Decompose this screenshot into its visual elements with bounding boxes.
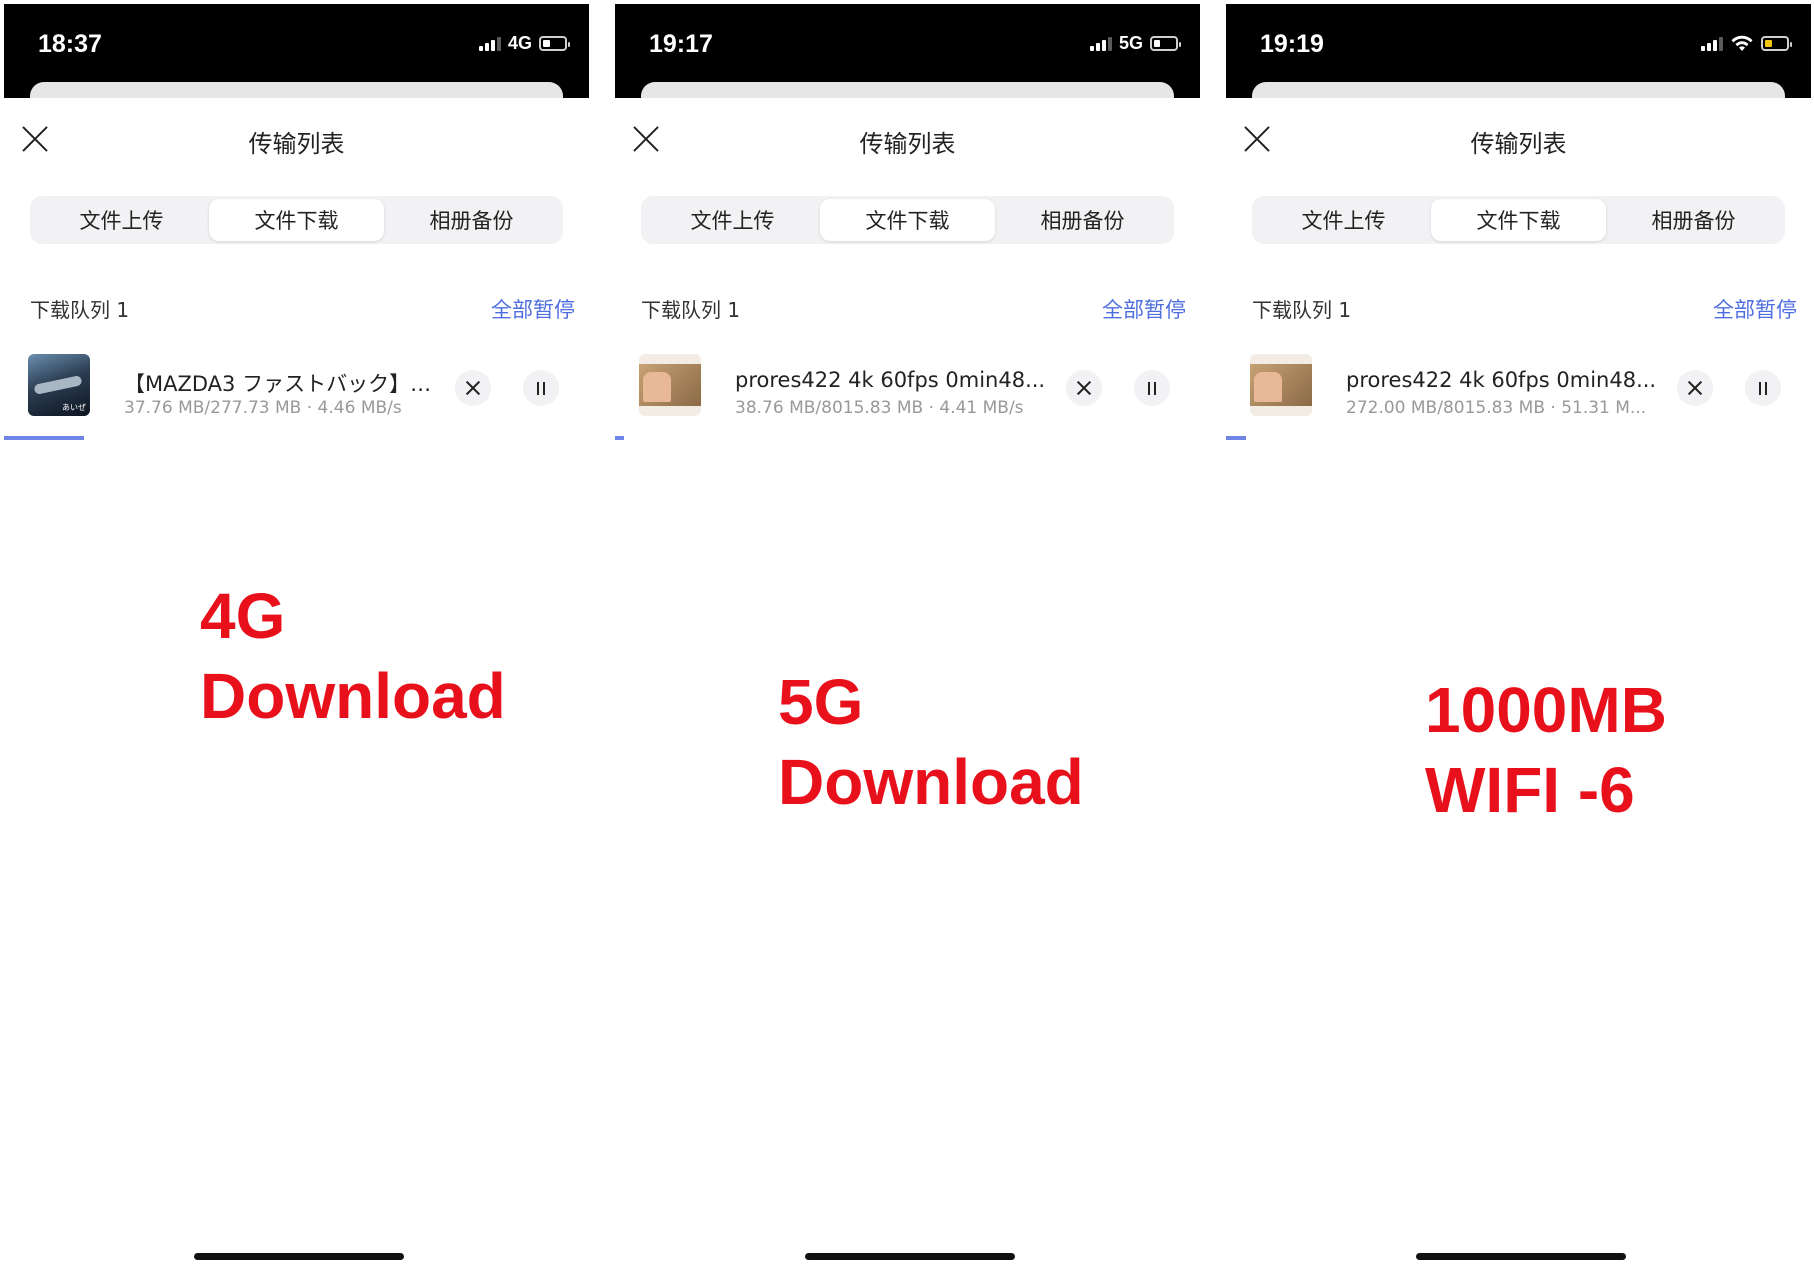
pause-icon: [537, 381, 545, 395]
annotation-line-2: Download: [200, 660, 506, 732]
cellular-signal-icon: [478, 35, 501, 51]
battery-icon: [539, 35, 570, 51]
tab-file-upload[interactable]: 文件上传: [34, 199, 209, 241]
tab-file-download[interactable]: 文件下载: [209, 199, 384, 241]
download-progress-bar: [1226, 436, 1811, 440]
pause-download-button[interactable]: [1745, 370, 1781, 406]
battery-icon: [1150, 35, 1181, 51]
tab-album-backup[interactable]: 相册备份: [995, 199, 1170, 241]
progress-fill: [4, 436, 84, 440]
network-type: 4G: [507, 33, 532, 53]
tab-file-download[interactable]: 文件下载: [820, 199, 995, 241]
tab-file-upload[interactable]: 文件上传: [1256, 199, 1431, 241]
annotation-line-2: WIFI -6: [1425, 754, 1635, 826]
close-icon: [1076, 380, 1092, 396]
progress-fill: [615, 436, 624, 440]
network-type: 5G: [1118, 33, 1143, 53]
download-progress-bar: [615, 436, 1200, 440]
sheet-title: 传输列表: [859, 130, 956, 158]
home-indicator: [1416, 1253, 1626, 1260]
annotation-line-1: 1000MB: [1425, 674, 1667, 746]
cancel-download-button[interactable]: [455, 370, 491, 406]
progress-fill: [1226, 436, 1246, 440]
file-progress-meta: 272.00 MB/8015.83 MB · 51.31 M...: [1346, 398, 1647, 418]
annotation-line-1: 4G: [200, 580, 286, 652]
annotation-line-2: Download: [778, 746, 1084, 818]
phone-screen-wifi: 19:19 传输列表 文件上传 文件下载 相册备份 下载队列 1 全部暂停 pr…: [1224, 0, 1813, 1278]
pause-icon: [1759, 381, 1767, 395]
close-icon: [465, 380, 481, 396]
transfer-tabs: 文件上传 文件下载 相册备份: [30, 196, 563, 244]
tab-file-download[interactable]: 文件下载: [1431, 199, 1606, 241]
cellular-signal-icon: [1701, 35, 1723, 51]
file-name: 【MAZDA3 ファストバック】…: [124, 372, 432, 396]
sheet-title: 传输列表: [1470, 130, 1567, 158]
wifi-icon: [1731, 35, 1753, 51]
pause-all-button[interactable]: 全部暂停: [491, 294, 575, 324]
annotation-5g-download: 5G Download: [778, 662, 1084, 822]
tab-album-backup[interactable]: 相册备份: [384, 199, 559, 241]
close-icon: [1687, 380, 1703, 396]
phone-screen-5g: 19:17 5G 传输列表 文件上传 文件下载 相册备份 下载队列 1 全部暂停…: [613, 0, 1202, 1278]
sheet-title: 传输列表: [248, 130, 345, 158]
home-indicator: [194, 1253, 404, 1260]
file-name: prores422 4k 60fps 0min48...: [1346, 368, 1657, 392]
download-progress-bar: [4, 436, 589, 440]
cellular-signal-icon: [1089, 35, 1112, 51]
download-item[interactable]: prores422 4k 60fps 0min48... 272.00 MB/8…: [1226, 330, 1811, 440]
status-time: 19:17: [649, 30, 713, 58]
annotation-wifi6: 1000MB WIFI -6: [1425, 670, 1667, 830]
download-queue-label: 下载队列 1: [1252, 298, 1352, 322]
pause-download-button[interactable]: [523, 370, 559, 406]
download-queue-label: 下载队列 1: [30, 298, 130, 322]
file-thumbnail: [1250, 354, 1312, 416]
cancel-download-button[interactable]: [1677, 370, 1713, 406]
file-progress-meta: 37.76 MB/277.73 MB · 4.46 MB/s: [124, 398, 402, 418]
download-item[interactable]: あいぜ 【MAZDA3 ファストバック】… 37.76 MB/277.73 MB…: [4, 330, 589, 440]
tab-album-backup[interactable]: 相册备份: [1606, 199, 1781, 241]
file-name: prores422 4k 60fps 0min48...: [735, 368, 1046, 392]
annotation-4g-download: 4G Download: [200, 576, 506, 736]
transfer-tabs: 文件上传 文件下载 相册备份: [1252, 196, 1785, 244]
download-queue-label: 下载队列 1: [641, 298, 741, 322]
file-thumbnail: [639, 354, 701, 416]
file-thumbnail: あいぜ: [28, 354, 90, 416]
file-progress-meta: 38.76 MB/8015.83 MB · 4.41 MB/s: [735, 398, 1024, 418]
status-time: 18:37: [38, 30, 102, 58]
pause-all-button[interactable]: 全部暂停: [1713, 294, 1797, 324]
pause-download-button[interactable]: [1134, 370, 1170, 406]
cancel-download-button[interactable]: [1066, 370, 1102, 406]
status-time: 19:19: [1260, 30, 1324, 58]
annotation-line-1: 5G: [778, 666, 864, 738]
transfer-tabs: 文件上传 文件下载 相册备份: [641, 196, 1174, 244]
battery-icon: [1761, 35, 1792, 51]
pause-all-button[interactable]: 全部暂停: [1102, 294, 1186, 324]
download-item[interactable]: prores422 4k 60fps 0min48... 38.76 MB/80…: [615, 330, 1200, 440]
home-indicator: [805, 1253, 1015, 1260]
pause-icon: [1148, 381, 1156, 395]
tab-file-upload[interactable]: 文件上传: [645, 199, 820, 241]
